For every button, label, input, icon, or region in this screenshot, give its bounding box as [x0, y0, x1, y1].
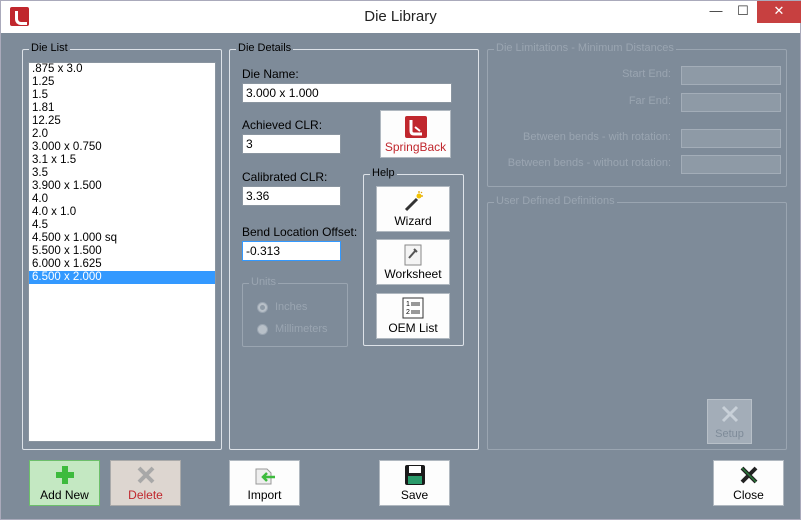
die-list-item[interactable]: 1.25: [29, 76, 215, 89]
die-name-input[interactable]: 3.000 x 1.000: [242, 83, 452, 103]
die-list-item[interactable]: 4.5: [29, 219, 215, 232]
import-icon: [255, 468, 275, 485]
springback-button[interactable]: SpringBack: [380, 110, 451, 158]
with-rotation-label: Between bends - with rotation:: [523, 131, 671, 143]
worksheet-button[interactable]: Worksheet: [376, 239, 450, 285]
bend-offset-input[interactable]: -0.313: [242, 241, 341, 261]
import-button[interactable]: Import: [229, 460, 300, 506]
without-rotation-input[interactable]: [681, 155, 781, 174]
svg-text:2: 2: [406, 309, 410, 316]
units-title: Units: [249, 276, 279, 288]
die-list-item[interactable]: 12.25: [29, 115, 215, 128]
plus-icon: [55, 466, 74, 484]
die-list-item[interactable]: 1.81: [29, 102, 215, 115]
with-rotation-input[interactable]: [681, 129, 781, 148]
die-library-window: Die Library — ☐ ✕ Die List .875 x 3.0 1.2…: [0, 0, 801, 520]
die-list-item[interactable]: 3.5: [29, 167, 215, 180]
save-button[interactable]: Save: [379, 460, 450, 506]
delete-x-icon: [137, 466, 154, 484]
die-list-item[interactable]: 6.500 x 2.000: [29, 271, 215, 284]
user-defined-title: User Defined Definitions: [494, 195, 617, 207]
magic-wand-icon: [404, 191, 423, 212]
delete-label: Delete: [128, 488, 163, 502]
close-button[interactable]: Close: [713, 460, 784, 506]
inches-radio[interactable]: [257, 302, 268, 313]
title-bar: Die Library — ☐ ✕: [1, 1, 801, 33]
die-name-label: Die Name:: [242, 67, 299, 81]
millimeters-label: Millimeters: [275, 323, 328, 335]
add-new-button[interactable]: Add New: [29, 460, 100, 506]
import-label: Import: [247, 488, 282, 502]
wizard-button[interactable]: Wizard: [376, 186, 450, 232]
save-label: Save: [400, 488, 429, 502]
die-list-item[interactable]: 6.000 x 1.625: [29, 258, 215, 271]
die-limitations-title: Die Limitations - Minimum Distances: [494, 42, 676, 54]
inches-label: Inches: [275, 301, 308, 313]
die-list-item[interactable]: 3.1 x 1.5: [29, 154, 215, 167]
maximize-button[interactable]: ☐: [728, 1, 758, 23]
floppy-disk-icon: [404, 465, 425, 485]
die-list-item[interactable]: .875 x 3.0: [29, 63, 215, 76]
setup-label: Setup: [715, 428, 744, 440]
start-end-label: Start End:: [622, 68, 671, 80]
oem-list-button[interactable]: 1 2 OEM List: [376, 293, 450, 339]
calibrated-clr-input[interactable]: 3.36: [242, 186, 341, 206]
far-end-input[interactable]: [681, 93, 781, 112]
die-list-item[interactable]: 4.0: [29, 193, 215, 206]
without-rotation-label: Between bends - without rotation:: [507, 157, 671, 169]
die-list-item[interactable]: 4.500 x 1.000 sq: [29, 232, 215, 245]
die-list-item[interactable]: 2.0: [29, 128, 215, 141]
die-list-title: Die List: [29, 42, 70, 54]
springback-icon: [404, 116, 427, 138]
die-list-item[interactable]: 3.900 x 1.500: [29, 180, 215, 193]
die-list-item[interactable]: 5.500 x 1.500: [29, 245, 215, 258]
far-end-label: Far End:: [628, 95, 671, 107]
worksheet-label: Worksheet: [384, 267, 442, 281]
numbered-list-icon: 1 2: [402, 297, 424, 319]
minimize-button[interactable]: —: [701, 1, 731, 23]
close-x-icon: [740, 466, 757, 484]
help-title: Help: [370, 167, 397, 179]
achieved-clr-label: Achieved CLR:: [242, 118, 323, 132]
wizard-label: Wizard: [394, 214, 432, 228]
calibrated-clr-label: Calibrated CLR:: [242, 170, 328, 184]
oem-list-label: OEM List: [388, 321, 438, 335]
delete-button[interactable]: Delete: [110, 460, 181, 506]
die-details-title: Die Details: [236, 42, 294, 54]
add-new-label: Add New: [40, 488, 89, 502]
worksheet-icon: [404, 244, 422, 266]
window-title: Die Library: [364, 8, 437, 25]
die-list-item[interactable]: 1.5: [29, 89, 215, 102]
die-list-item[interactable]: 4.0 x 1.0: [29, 206, 215, 219]
close-label: Close: [733, 488, 764, 502]
millimeters-radio[interactable]: [257, 324, 268, 335]
springback-label: SpringBack: [384, 140, 447, 154]
setup-button[interactable]: Setup: [707, 399, 752, 444]
achieved-clr-input[interactable]: 3: [242, 134, 341, 154]
die-list-item[interactable]: 3.000 x 0.750: [29, 141, 215, 154]
start-end-input[interactable]: [681, 66, 781, 85]
die-list-box[interactable]: .875 x 3.0 1.25 1.5 1.81 12.25 2.0 3.000 x 0.7…: [28, 62, 216, 442]
bend-offset-label: Bend Location Offset:: [242, 225, 358, 239]
svg-text:1: 1: [406, 301, 410, 308]
close-window-button[interactable]: ✕: [757, 1, 801, 23]
units-group: Units: [242, 276, 348, 347]
tools-icon: [721, 405, 738, 423]
